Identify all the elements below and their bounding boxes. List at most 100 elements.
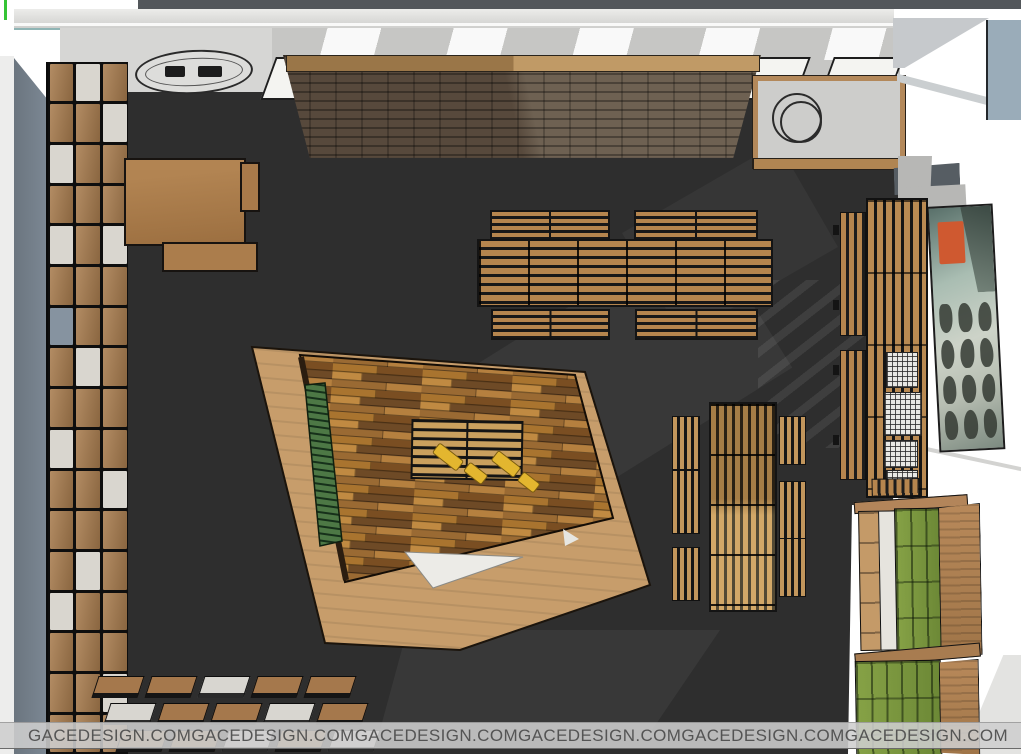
shelf-cell — [76, 430, 100, 468]
watermark-text: GACEDESIGN.COM — [845, 726, 1008, 746]
shelf-cell — [50, 145, 74, 183]
watermark-text: GACEDESIGN.COM — [28, 726, 191, 746]
shelf-row — [48, 225, 128, 266]
shelf-row — [48, 632, 128, 673]
shelf-cell — [76, 471, 100, 509]
slat-bench — [840, 350, 866, 480]
entrance-wall-panel — [986, 20, 1021, 120]
shelf-cell — [76, 64, 100, 102]
shelf-row — [48, 266, 128, 307]
display-box — [144, 676, 197, 698]
shelf-cell — [103, 186, 127, 224]
ceiling-edge-strip — [138, 0, 1021, 9]
shelf-cell — [103, 389, 127, 427]
bench-foot — [833, 365, 839, 375]
left-cube-shelving — [46, 62, 128, 754]
shelf-cell — [76, 348, 100, 386]
slat-bench — [840, 212, 866, 336]
reading-table-vertical — [709, 402, 777, 612]
reading-table — [477, 239, 773, 307]
shelf-cell — [103, 430, 127, 468]
poster-glyph — [941, 339, 956, 368]
shelf-row — [48, 469, 128, 510]
watermark-text: GACEDESIGN.COM — [681, 726, 844, 746]
shelf-cell — [103, 471, 127, 509]
display-box — [91, 676, 144, 698]
shelf-cell — [76, 552, 100, 590]
slat-bench — [672, 416, 700, 470]
bench-foot — [833, 225, 839, 235]
wood-desk — [124, 158, 246, 246]
back-wall-top — [14, 9, 894, 30]
display-box — [250, 676, 303, 698]
watermark-bar: GACEDESIGN.COMGACEDESIGN.COMGACEDESIGN.C… — [0, 722, 1021, 749]
watermark-text: GACEDESIGN.COM — [518, 726, 681, 746]
shelf-cell — [76, 389, 100, 427]
shelf-cell — [103, 64, 127, 102]
shelf-cell — [50, 186, 74, 224]
poster-glyph — [944, 411, 959, 440]
poster-glyph — [939, 304, 954, 333]
slat-bench — [634, 210, 758, 241]
shelf-cell — [50, 471, 74, 509]
shelf-cell — [50, 674, 74, 712]
shelf-row — [48, 591, 128, 632]
shelf-cell — [50, 308, 74, 346]
slat-bench — [490, 210, 610, 241]
shelf-cell — [103, 552, 127, 590]
desk-side-tab — [240, 162, 260, 212]
shelf-row — [48, 550, 128, 591]
shelf-cell — [50, 511, 74, 549]
watermark-text: GACEDESIGN.COM — [191, 726, 354, 746]
wall-poster — [927, 203, 1006, 452]
shelf-cell — [50, 104, 74, 142]
left-wall — [14, 52, 48, 754]
shelf-cell — [50, 64, 74, 102]
poster-logo — [937, 221, 965, 264]
shelf-row — [48, 510, 128, 551]
slat-bench — [779, 416, 806, 465]
poster-glyph — [962, 374, 977, 403]
poster-glyph — [960, 338, 975, 367]
grid-basket — [884, 440, 918, 468]
shelf-cell — [50, 348, 74, 386]
counter-edge — [753, 158, 907, 170]
grid-basket — [886, 352, 918, 388]
poster-glyph — [977, 302, 992, 331]
watermark-text: GACEDESIGN.COM — [355, 726, 518, 746]
shelf-cell — [76, 186, 100, 224]
shelf-cell — [76, 511, 100, 549]
poster-glyph — [983, 409, 998, 438]
green-panel-upper — [894, 508, 943, 653]
shelf-cell — [76, 267, 100, 305]
slat-bench — [672, 470, 700, 534]
shelf-cell — [103, 511, 127, 549]
display-shelf-row — [95, 676, 353, 698]
shelf-cell — [76, 633, 100, 671]
slat-bench — [779, 538, 806, 597]
display-box — [303, 676, 356, 698]
shelf-cell — [103, 104, 127, 142]
shelf-cell — [103, 226, 127, 264]
round-stool — [772, 93, 822, 143]
shelf-row — [48, 143, 128, 184]
shelf-cell — [50, 226, 74, 264]
shelf-cell — [76, 226, 100, 264]
shelf-cell — [50, 593, 74, 631]
shelf-row — [48, 388, 128, 429]
green-locker-shelf — [852, 489, 985, 754]
shelf-cell — [50, 552, 74, 590]
service-counter — [753, 76, 905, 168]
shelf-cell — [103, 145, 127, 183]
shelf-cell — [50, 430, 74, 468]
slat-bench — [672, 547, 700, 601]
poster-glyph — [964, 410, 979, 439]
shelf-row — [48, 347, 128, 388]
shelf-row — [48, 103, 128, 144]
shelf-cell — [103, 267, 127, 305]
grid-basket — [884, 392, 922, 436]
desk-extension — [162, 242, 258, 272]
shelf-cell — [76, 308, 100, 346]
bench-foot — [833, 300, 839, 310]
left-outer-wall — [0, 56, 14, 754]
